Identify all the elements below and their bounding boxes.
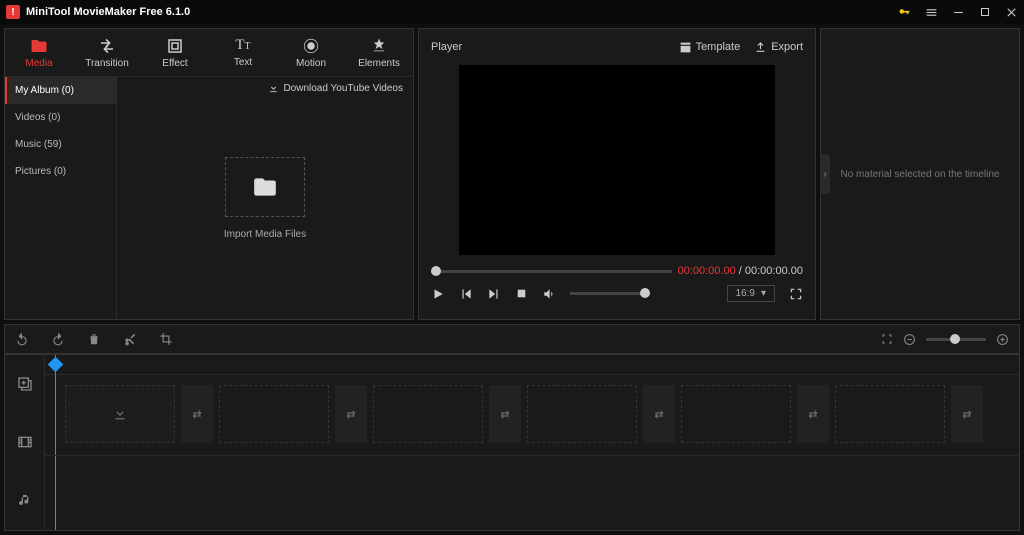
tab-label: Media [25, 58, 52, 69]
sidebar-item-myalbum[interactable]: My Album (0) [5, 77, 116, 104]
volume-icon[interactable] [542, 287, 556, 301]
zoom-in-button[interactable] [996, 333, 1009, 346]
tab-text[interactable]: TT Text [209, 29, 277, 76]
transition-slot[interactable]: ⇄ [335, 385, 367, 443]
effect-icon [166, 37, 184, 55]
progress-slider[interactable] [431, 270, 672, 273]
inspector-panel: › No material selected on the timeline [820, 28, 1020, 320]
folder-icon [30, 37, 48, 55]
maximize-button[interactable] [979, 6, 991, 18]
menu-icon[interactable] [925, 6, 938, 19]
redo-button[interactable] [51, 332, 65, 346]
zoom-slider[interactable] [926, 338, 986, 341]
video-track[interactable]: ⇄ ⇄ ⇄ ⇄ ⇄ ⇄ [45, 385, 1019, 445]
motion-icon [302, 37, 320, 55]
video-track-icon[interactable] [5, 413, 44, 471]
stop-button[interactable] [515, 287, 528, 300]
volume-slider[interactable] [570, 292, 650, 295]
sidebar-item-pictures[interactable]: Pictures (0) [5, 158, 116, 185]
next-button[interactable] [487, 287, 501, 301]
prev-button[interactable] [459, 287, 473, 301]
transition-slot[interactable]: ⇄ [951, 385, 983, 443]
transition-slot[interactable]: ⇄ [489, 385, 521, 443]
player-panel: Player Template Export 00:00:00.00 / 00:… [418, 28, 816, 320]
collapse-handle[interactable]: › [820, 154, 830, 194]
add-track-button[interactable] [5, 355, 44, 413]
audio-track-icon[interactable] [5, 472, 44, 530]
template-icon [679, 41, 692, 54]
clip-slot[interactable] [681, 385, 791, 443]
fit-zoom-icon[interactable] [881, 333, 893, 345]
template-button[interactable]: Template [679, 41, 741, 54]
clip-slot[interactable] [835, 385, 945, 443]
download-label: Download YouTube Videos [283, 83, 403, 94]
close-button[interactable] [1005, 6, 1018, 19]
timeline: ⇄ ⇄ ⇄ ⇄ ⇄ ⇄ [4, 354, 1020, 531]
clip-slot[interactable] [65, 385, 175, 443]
tab-label: Effect [162, 58, 187, 69]
crop-button[interactable] [159, 332, 173, 346]
activate-icon[interactable] [898, 6, 911, 19]
text-icon: TT [235, 37, 250, 54]
timecode: 00:00:00.00 / 00:00:00.00 [678, 265, 803, 277]
chevron-down-icon: ▾ [761, 288, 766, 299]
media-panel: Media Transition Effect TT Text Motion E… [4, 28, 414, 320]
clip-slot[interactable] [219, 385, 329, 443]
export-icon [754, 41, 767, 54]
minimize-button[interactable] [952, 6, 965, 19]
download-icon [268, 83, 279, 94]
play-button[interactable] [431, 287, 445, 301]
export-button[interactable]: Export [754, 41, 803, 54]
transition-slot[interactable]: ⇄ [181, 385, 213, 443]
ratio-value: 16:9 [736, 288, 755, 299]
tab-label: Transition [85, 58, 129, 69]
preview-viewport [459, 65, 775, 255]
tab-media[interactable]: Media [5, 29, 73, 76]
sidebar-item-music[interactable]: Music (59) [5, 131, 116, 158]
player-title: Player [431, 41, 665, 53]
zoom-out-button[interactable] [903, 333, 916, 346]
tab-transition[interactable]: Transition [73, 29, 141, 76]
transition-icon [98, 37, 116, 55]
aspect-ratio-select[interactable]: 16:9 ▾ [727, 285, 776, 302]
tab-label: Motion [296, 58, 326, 69]
tab-label: Text [234, 57, 252, 68]
tab-effect[interactable]: Effect [141, 29, 209, 76]
undo-button[interactable] [15, 332, 29, 346]
app-title: MiniTool MovieMaker Free 6.1.0 [26, 6, 898, 18]
elements-icon [370, 37, 388, 55]
fullscreen-button[interactable] [789, 287, 803, 301]
clip-slot[interactable] [527, 385, 637, 443]
import-label: Import Media Files [117, 229, 413, 240]
split-button[interactable] [123, 332, 137, 346]
audio-track[interactable] [45, 455, 1019, 505]
import-media-button[interactable] [225, 157, 305, 217]
delete-button[interactable] [87, 332, 101, 346]
tab-elements[interactable]: Elements [345, 29, 413, 76]
clip-slot[interactable] [373, 385, 483, 443]
tab-label: Elements [358, 58, 400, 69]
folder-icon [252, 174, 278, 200]
template-label: Template [696, 41, 741, 53]
tab-motion[interactable]: Motion [277, 29, 345, 76]
transition-slot[interactable]: ⇄ [797, 385, 829, 443]
inspector-empty-message: No material selected on the timeline [831, 169, 1010, 180]
transition-slot[interactable]: ⇄ [643, 385, 675, 443]
timeline-toolbar [4, 324, 1020, 354]
download-youtube-link[interactable]: Download YouTube Videos [268, 83, 403, 94]
timeline-ruler[interactable] [45, 355, 1019, 375]
export-label: Export [771, 41, 803, 53]
sidebar-item-videos[interactable]: Videos (0) [5, 104, 116, 131]
app-logo: ! [6, 5, 20, 19]
